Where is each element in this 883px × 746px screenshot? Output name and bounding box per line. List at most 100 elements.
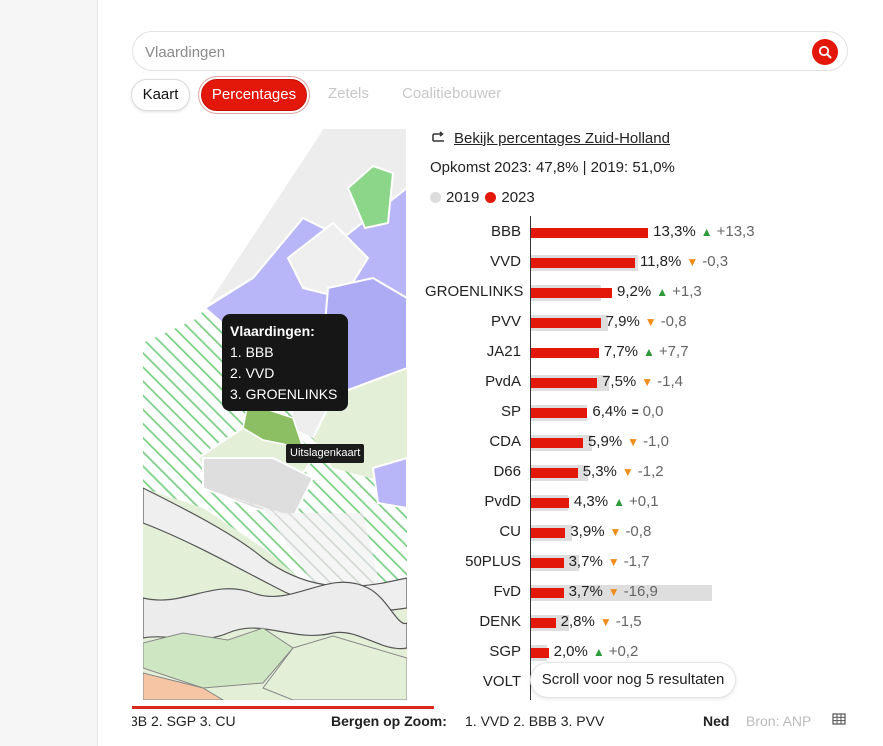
bar-2023 <box>531 288 613 298</box>
redirect-arrow-icon <box>432 131 444 142</box>
legend-2019: 2019 <box>430 189 479 206</box>
bar-2023 <box>531 498 569 508</box>
tab-coalitiebouwer: Coalitiebouwer <box>402 85 502 102</box>
chart-row: PvdA 7,5% ▼ -1,4 <box>425 366 785 396</box>
trend-up-icon: ▲ <box>643 344 655 359</box>
percentage-value: 7,7% <box>603 343 639 360</box>
trend-down-icon: ▼ <box>644 314 657 329</box>
tooltip-line: 1. BBB <box>230 344 274 360</box>
bar-2023 <box>531 468 578 478</box>
chart-row: PvdD 4,3% ▲ +0,1 <box>425 486 785 516</box>
percentage-value: 9,2% <box>617 283 652 300</box>
tab-kaart[interactable]: Kaart <box>131 79 190 111</box>
change-value: -16,9 <box>623 583 658 600</box>
trend-down-icon: ▼ <box>607 554 620 569</box>
percentages-bar-chart: BBB 13,3% ▲ +13,3 VVD 11,8% ▼ -0,3 GROENLINKS 9,2… <box>425 216 785 700</box>
change-value: +1,3 <box>672 283 702 300</box>
tooltip-line: 2. VVD <box>230 365 275 381</box>
value-label: 2,0% ▲ +0,2 <box>554 643 639 660</box>
bar-2023 <box>531 258 635 268</box>
search-input[interactable] <box>145 41 785 63</box>
value-label: 7,9% ▼ -0,8 <box>606 313 687 330</box>
bar-2023 <box>531 438 583 448</box>
chart-row: SP 6,4% = 0,0 <box>425 396 785 426</box>
scroll-hint[interactable]: Scroll voor nog 5 resultaten <box>530 662 736 698</box>
change-value: -1,5 <box>615 613 642 630</box>
search-button[interactable] <box>812 39 838 65</box>
province-link-label[interactable]: Bekijk percentages Zuid-Holland <box>454 130 670 147</box>
legend-label: 2023 <box>501 189 535 206</box>
party-label: BBB <box>490 223 521 240</box>
bar-2023 <box>531 648 549 658</box>
percentage-value: 3,7% <box>568 583 603 600</box>
change-value: -1,4 <box>657 373 684 390</box>
party-label: JA21 <box>486 343 521 360</box>
party-label: VOLT <box>482 673 521 690</box>
tab-percentages[interactable]: Percentages <box>201 79 307 111</box>
source-label: Bron: ANP <box>746 713 812 729</box>
table-icon[interactable] <box>832 712 846 726</box>
value-label: 5,3% ▼ -1,2 <box>583 463 664 480</box>
tooltip-title: Vlaardingen: <box>230 323 315 339</box>
value-label: 11,8% ▼ -0,3 <box>640 253 728 270</box>
change-value: +13,3 <box>716 223 755 240</box>
legend-dot-2023 <box>485 192 497 203</box>
value-label: 3,7% ▼ -1,7 <box>569 553 650 570</box>
party-label: PvdA <box>485 373 521 390</box>
bar-2023 <box>531 378 598 388</box>
value-label: 9,2% ▲ +1,3 <box>617 283 702 300</box>
legend-dot-2019 <box>430 192 441 203</box>
change-value: -0,8 <box>660 313 687 330</box>
value-label: 5,9% ▼ -1,0 <box>588 433 669 450</box>
trend-equal-icon: = <box>631 404 639 419</box>
search-bar <box>132 31 848 71</box>
bar-2023 <box>531 588 564 598</box>
percentage-value: 7,9% <box>605 313 640 330</box>
party-label: FvD <box>493 583 522 600</box>
chart-row: CDA 5,9% ▼ -1,0 <box>425 426 785 456</box>
map-graphic[interactable] <box>143 128 407 700</box>
change-value: 0,0 <box>642 403 664 420</box>
trend-up-icon: ▲ <box>592 644 605 659</box>
chart-row: BBB 13,3% ▲ +13,3 <box>425 216 785 246</box>
chart-row: VVD 11,8% ▼ -0,3 <box>425 246 785 276</box>
chart-row: 50PLUS 3,7% ▼ -1,7 <box>425 546 785 576</box>
percentage-value: 13,3% <box>653 223 696 240</box>
trend-up-icon: ▲ <box>656 284 669 299</box>
percentage-value: 3,9% <box>570 523 605 540</box>
chart-row: FvD 3,7% ▼ -16,9 <box>425 576 785 606</box>
search-icon <box>818 45 832 59</box>
ticker-progress-line <box>132 706 434 709</box>
party-label: CU <box>499 523 521 540</box>
bar-2023 <box>531 408 588 418</box>
trend-down-icon: ▼ <box>627 434 640 449</box>
party-label: CDA <box>489 433 521 450</box>
results-ticker: 3B 2. SGP 3. CU Bergen op Zoom: 1. VVD 2… <box>132 713 730 733</box>
value-label: 7,5% ▼ -1,4 <box>602 373 683 390</box>
percentage-value: 5,3% <box>582 463 617 480</box>
trend-up-icon: ▲ <box>700 224 713 239</box>
bar-2023 <box>531 348 599 358</box>
change-value: +0,1 <box>628 493 659 510</box>
legend-2023: 2023 <box>485 189 535 206</box>
results-map[interactable] <box>143 128 407 700</box>
party-label: D66 <box>493 463 521 480</box>
bar-2023 <box>531 228 649 238</box>
change-value: -1,2 <box>637 463 664 480</box>
party-label: GROENLINKS <box>425 283 524 300</box>
trend-down-icon: ▼ <box>621 464 634 479</box>
bar-2023 <box>531 558 564 568</box>
trend-down-icon: ▼ <box>609 524 622 539</box>
chart-row: GROENLINKS 9,2% ▲ +1,3 <box>425 276 785 306</box>
chart-row: D66 5,3% ▼ -1,2 <box>425 456 785 486</box>
percentage-value: 6,4% <box>592 403 627 420</box>
percentage-value: 7,5% <box>602 373 637 390</box>
legend-label: 2019 <box>446 189 480 206</box>
turnout-text: Opkomst 2023: 47,8% | 2019: 51,0% <box>430 159 675 176</box>
trend-down-icon: ▼ <box>686 254 699 269</box>
percentage-value: 2,8% <box>560 613 595 630</box>
chart-row: JA21 7,7% ▲ +7,7 <box>425 336 785 366</box>
bar-2023 <box>531 618 556 628</box>
change-value: +7,7 <box>658 343 689 360</box>
province-link[interactable]: Bekijk percentages Zuid-Holland <box>430 128 670 148</box>
